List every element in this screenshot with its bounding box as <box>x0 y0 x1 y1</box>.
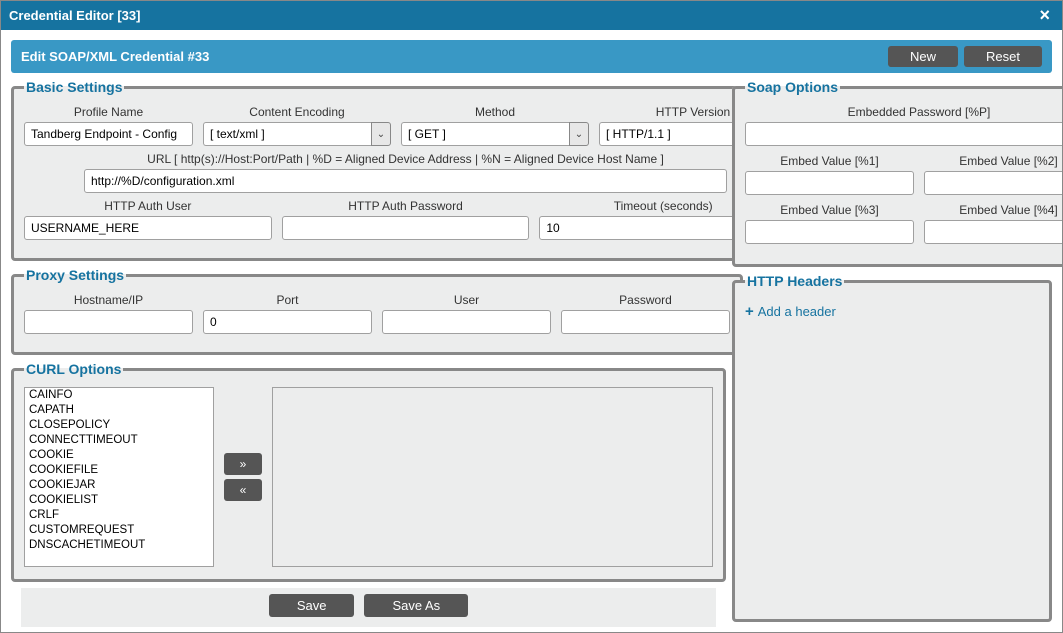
curl-option-item[interactable]: COOKIE <box>25 448 213 463</box>
curl-selected-area[interactable] <box>272 387 713 567</box>
proxy-password-label: Password <box>561 293 730 307</box>
add-header-link[interactable]: + Add a header <box>745 303 836 320</box>
credential-editor-window: Credential Editor [33] × Edit SOAP/XML C… <box>0 0 1063 633</box>
embedded-password-label: Embedded Password [%P] <box>745 105 1062 119</box>
chevron-down-icon[interactable]: ⌄ <box>569 122 589 146</box>
curl-option-item[interactable]: COOKIELIST <box>25 493 213 508</box>
http-headers-legend: HTTP Headers <box>745 273 844 289</box>
auth-pass-label: HTTP Auth Password <box>282 199 530 213</box>
embed4-label: Embed Value [%4] <box>924 203 1062 217</box>
chevron-down-icon[interactable]: ⌄ <box>371 122 391 146</box>
soap-options-legend: Soap Options <box>745 79 840 95</box>
embed1-input[interactable] <box>745 171 914 195</box>
curl-option-item[interactable]: CLOSEPOLICY <box>25 418 213 433</box>
content-encoding-select[interactable] <box>203 122 371 146</box>
auth-pass-input[interactable] <box>282 216 530 240</box>
embed4-input[interactable] <box>924 220 1062 244</box>
reset-button[interactable]: Reset <box>964 46 1042 67</box>
curl-remove-button[interactable]: « <box>224 479 262 501</box>
page-title: Edit SOAP/XML Credential #33 <box>21 49 209 64</box>
method-label: Method <box>401 105 589 119</box>
basic-settings-panel: Basic Settings Profile Name Content Enco… <box>11 79 800 261</box>
proxy-settings-legend: Proxy Settings <box>24 267 126 283</box>
basic-settings-legend: Basic Settings <box>24 79 124 95</box>
curl-option-item[interactable]: CAPATH <box>25 403 213 418</box>
soap-options-panel: Soap Options Embedded Password [%P] Embe… <box>732 79 1062 267</box>
curl-options-legend: CURL Options <box>24 361 123 377</box>
save-button[interactable]: Save <box>269 594 355 617</box>
auth-user-label: HTTP Auth User <box>24 199 272 213</box>
add-header-label: Add a header <box>758 304 836 319</box>
new-button[interactable]: New <box>888 46 958 67</box>
titlebar: Credential Editor [33] × <box>1 1 1062 30</box>
proxy-password-input[interactable] <box>561 310 730 334</box>
proxy-hostname-input[interactable] <box>24 310 193 334</box>
footer: Save Save As <box>21 588 716 627</box>
proxy-port-label: Port <box>203 293 372 307</box>
embed2-input[interactable] <box>924 171 1062 195</box>
curl-add-button[interactable]: » <box>224 453 262 475</box>
profile-name-input[interactable] <box>24 122 193 146</box>
content-area: Basic Settings Profile Name Content Enco… <box>1 73 1062 632</box>
embed3-label: Embed Value [%3] <box>745 203 914 217</box>
auth-user-input[interactable] <box>24 216 272 240</box>
curl-option-item[interactable]: CUSTOMREQUEST <box>25 523 213 538</box>
proxy-user-label: User <box>382 293 551 307</box>
curl-option-item[interactable]: CAINFO <box>25 388 213 403</box>
embed2-label: Embed Value [%2] <box>924 154 1062 168</box>
plus-icon: + <box>745 303 754 320</box>
url-input[interactable] <box>84 169 727 193</box>
proxy-user-input[interactable] <box>382 310 551 334</box>
page-header: Edit SOAP/XML Credential #33 New Reset <box>11 40 1052 73</box>
curl-option-item[interactable]: CONNECTTIMEOUT <box>25 433 213 448</box>
content-encoding-label: Content Encoding <box>203 105 391 119</box>
embed3-input[interactable] <box>745 220 914 244</box>
curl-available-list[interactable]: CAINFOCAPATHCLOSEPOLICYCONNECTTIMEOUTCOO… <box>24 387 214 567</box>
proxy-port-input[interactable] <box>203 310 372 334</box>
curl-option-item[interactable]: COOKIEFILE <box>25 463 213 478</box>
embedded-password-input[interactable] <box>745 122 1062 146</box>
url-label: URL [ http(s)://Host:Port/Path | %D = Al… <box>84 152 727 166</box>
embed1-label: Embed Value [%1] <box>745 154 914 168</box>
close-icon[interactable]: × <box>1035 5 1054 26</box>
curl-option-item[interactable]: DNSCACHETIMEOUT <box>25 538 213 553</box>
proxy-settings-panel: Proxy Settings Hostname/IP Port User <box>11 267 743 355</box>
curl-options-panel: CURL Options CAINFOCAPATHCLOSEPOLICYCONN… <box>11 361 726 582</box>
proxy-hostname-label: Hostname/IP <box>24 293 193 307</box>
right-column: Soap Options Embedded Password [%P] Embe… <box>732 79 1052 622</box>
curl-option-item[interactable]: COOKIEJAR <box>25 478 213 493</box>
curl-option-item[interactable]: CRLF <box>25 508 213 523</box>
http-headers-panel: HTTP Headers + Add a header <box>732 273 1052 622</box>
method-select[interactable] <box>401 122 569 146</box>
window-title: Credential Editor [33] <box>9 8 140 23</box>
left-column: Basic Settings Profile Name Content Enco… <box>11 79 726 622</box>
save-as-button[interactable]: Save As <box>364 594 468 617</box>
profile-name-label: Profile Name <box>24 105 193 119</box>
